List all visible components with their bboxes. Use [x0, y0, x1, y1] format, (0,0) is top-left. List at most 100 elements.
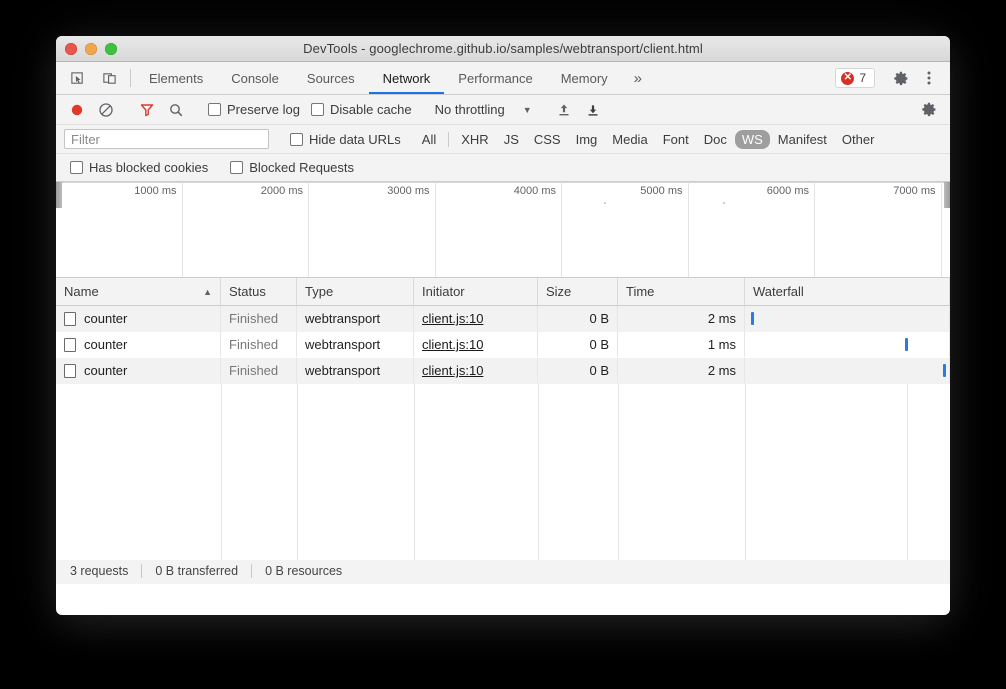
blocked-requests-box — [230, 161, 243, 174]
requests-count: 3 requests — [70, 564, 141, 578]
network-overview-timeline[interactable]: 1000 ms 2000 ms 3000 ms 4000 ms 5000 ms … — [56, 182, 950, 278]
network-toolbar: Preserve log Disable cache No throttling… — [56, 95, 950, 125]
cell-initiator: client.js:10 — [414, 332, 538, 357]
throttling-dropdown[interactable]: No throttling ▼ — [431, 102, 536, 117]
table-row[interactable]: counter Finished webtransport client.js:… — [56, 332, 950, 358]
document-icon — [64, 364, 76, 378]
column-header-time[interactable]: Time — [618, 278, 745, 305]
panel-tabs: Elements Console Sources Network Perform… — [135, 62, 654, 94]
overview-right-grabber[interactable] — [944, 182, 950, 208]
tab-network[interactable]: Network — [369, 62, 445, 94]
overview-tick-2: 2000 ms — [261, 185, 303, 197]
filter-chip-ws[interactable]: WS — [735, 130, 770, 149]
table-header-row: Name ▲ Status Type Initiator Size Time W… — [56, 278, 950, 306]
blocked-options-bar: Has blocked cookies Blocked Requests — [56, 154, 950, 182]
more-vertical-icon[interactable] — [916, 65, 942, 91]
column-rule — [221, 384, 222, 560]
initiator-link[interactable]: client.js:10 — [422, 363, 483, 378]
tabbar-divider — [130, 69, 131, 87]
column-header-initiator[interactable]: Initiator — [414, 278, 538, 305]
filter-chip-xhr[interactable]: XHR — [454, 130, 495, 149]
column-rule — [297, 384, 298, 560]
preserve-log-checkbox[interactable]: Preserve log — [204, 102, 304, 117]
column-rule — [618, 384, 619, 560]
sort-ascending-icon: ▲ — [203, 287, 212, 297]
network-requests-table: Name ▲ Status Type Initiator Size Time W… — [56, 278, 950, 557]
more-tabs-button[interactable]: » — [622, 62, 654, 94]
filter-chip-font[interactable]: Font — [656, 130, 696, 149]
gear-icon[interactable] — [888, 65, 914, 91]
initiator-link[interactable]: client.js:10 — [422, 337, 483, 352]
window-titlebar: DevTools - googlechrome.github.io/sample… — [56, 36, 950, 62]
column-header-name[interactable]: Name ▲ — [56, 278, 221, 305]
tabbar-right-actions: ✕ 7 — [835, 62, 950, 94]
tab-elements[interactable]: Elements — [135, 62, 217, 94]
tab-sources[interactable]: Sources — [293, 62, 369, 94]
overview-tick-7: 7000 ms — [893, 185, 935, 197]
cell-waterfall — [745, 306, 950, 331]
error-count-badge[interactable]: ✕ 7 — [835, 68, 875, 88]
inspect-element-icon[interactable] — [64, 65, 90, 91]
filter-chip-media[interactable]: Media — [605, 130, 654, 149]
throttling-value: No throttling — [435, 102, 505, 117]
column-header-waterfall[interactable]: Waterfall — [745, 278, 950, 305]
device-toolbar-icon[interactable] — [96, 65, 122, 91]
disable-cache-checkbox[interactable]: Disable cache — [307, 102, 416, 117]
tab-performance[interactable]: Performance — [444, 62, 546, 94]
overview-tick-4: 4000 ms — [514, 185, 556, 197]
resource-type-filters: All XHR JS CSS Img Media Font Doc WS Man… — [415, 130, 882, 149]
has-blocked-cookies-box — [70, 161, 83, 174]
cell-waterfall — [745, 358, 950, 383]
search-input[interactable] — [64, 129, 269, 149]
cell-type: webtransport — [297, 332, 414, 357]
search-icon[interactable] — [163, 98, 189, 122]
filter-chip-divider — [448, 132, 449, 147]
table-empty-area — [56, 384, 950, 560]
filter-chip-img[interactable]: Img — [569, 130, 605, 149]
tab-memory[interactable]: Memory — [547, 62, 622, 94]
column-header-type[interactable]: Type — [297, 278, 414, 305]
filter-chip-js[interactable]: JS — [497, 130, 526, 149]
table-row[interactable]: counter Finished webtransport client.js:… — [56, 306, 950, 332]
network-settings-gear-icon[interactable] — [916, 98, 942, 122]
transferred-size: 0 B transferred — [142, 564, 251, 578]
blocked-requests-checkbox[interactable]: Blocked Requests — [226, 160, 358, 175]
tab-console[interactable]: Console — [217, 62, 293, 94]
disable-cache-label: Disable cache — [330, 102, 412, 117]
cell-name: counter — [56, 306, 221, 331]
import-har-icon[interactable] — [551, 98, 577, 122]
cell-status: Finished — [221, 358, 297, 383]
filter-chip-all[interactable]: All — [415, 130, 443, 149]
column-rule — [745, 384, 746, 560]
cell-initiator: client.js:10 — [414, 358, 538, 383]
has-blocked-cookies-label: Has blocked cookies — [89, 160, 208, 175]
table-row[interactable]: counter Finished webtransport client.js:… — [56, 358, 950, 384]
overview-tick-3: 3000 ms — [387, 185, 429, 197]
filter-funnel-icon[interactable] — [134, 98, 160, 122]
cell-name: counter — [56, 332, 221, 357]
column-header-status[interactable]: Status — [221, 278, 297, 305]
request-name: counter — [84, 363, 127, 378]
overview-gridlines: 1000 ms 2000 ms 3000 ms 4000 ms 5000 ms … — [56, 182, 950, 277]
column-rule — [538, 384, 539, 560]
record-circle-icon[interactable] — [64, 98, 90, 122]
cell-time: 2 ms — [618, 358, 745, 383]
clear-no-entry-icon[interactable] — [93, 98, 119, 122]
cell-name: counter — [56, 358, 221, 383]
filter-chip-other[interactable]: Other — [835, 130, 882, 149]
filter-chip-manifest[interactable]: Manifest — [771, 130, 834, 149]
disable-cache-box — [311, 103, 324, 116]
cell-waterfall — [745, 332, 950, 357]
export-har-icon[interactable] — [580, 98, 606, 122]
has-blocked-cookies-checkbox[interactable]: Has blocked cookies — [66, 160, 212, 175]
initiator-link[interactable]: client.js:10 — [422, 311, 483, 326]
column-header-size[interactable]: Size — [538, 278, 618, 305]
filter-chip-css[interactable]: CSS — [527, 130, 568, 149]
column-header-name-label: Name — [64, 284, 99, 299]
cell-size: 0 B — [538, 306, 618, 331]
waterfall-bar — [905, 338, 908, 351]
hide-data-urls-checkbox[interactable]: Hide data URLs — [286, 132, 405, 147]
cell-size: 0 B — [538, 332, 618, 357]
filter-chip-doc[interactable]: Doc — [697, 130, 734, 149]
overview-left-grabber[interactable] — [56, 182, 62, 208]
